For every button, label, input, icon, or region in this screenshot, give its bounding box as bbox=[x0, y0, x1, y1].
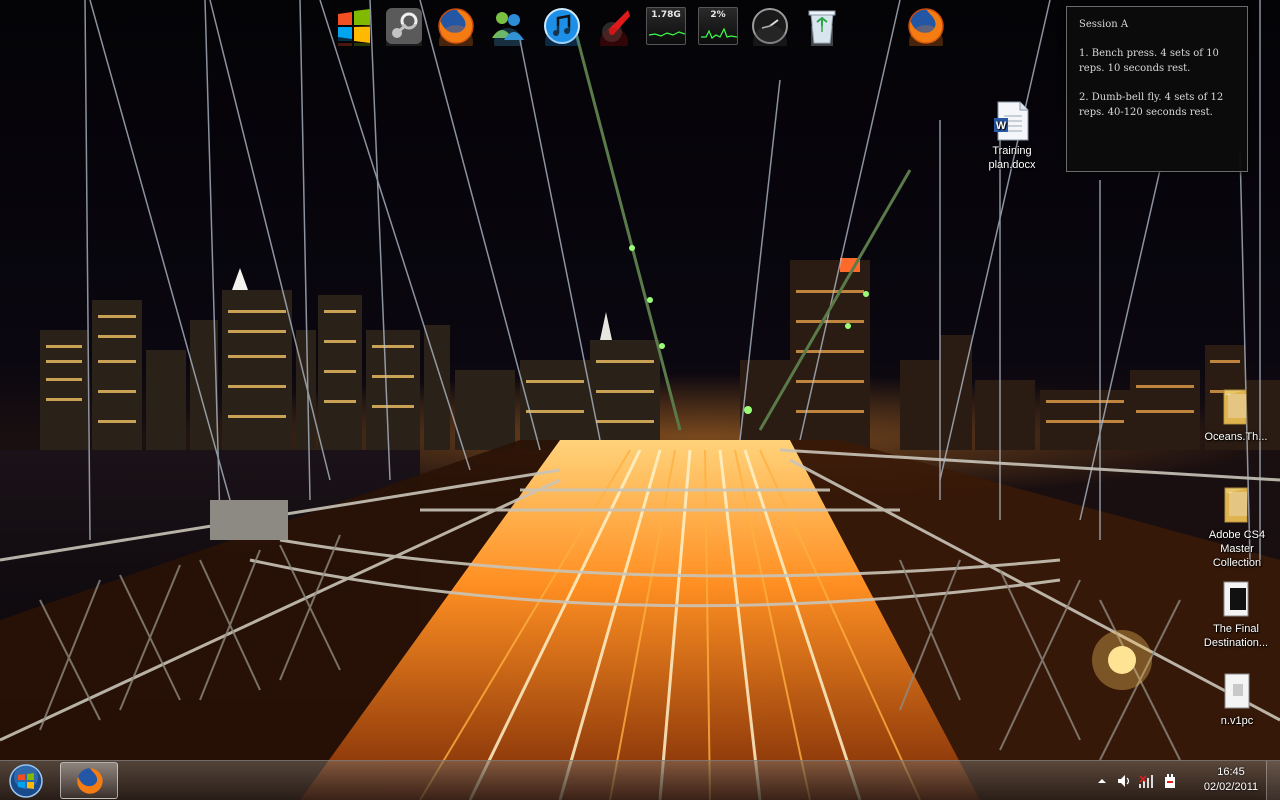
desktop-icon-label: Oceans.Th... bbox=[1204, 431, 1268, 443]
windows-start-orb-icon bbox=[9, 764, 43, 798]
messenger-icon[interactable] bbox=[488, 6, 528, 46]
drive-meter-label: 1.78G bbox=[651, 10, 681, 20]
desktop-icon-training-plan[interactable]: W Training plan.docx bbox=[978, 100, 1046, 172]
itunes-icon[interactable] bbox=[542, 6, 582, 46]
desktop-icon-label: n.v1pc bbox=[1220, 715, 1254, 727]
desktop-icon-label: Adobe CS4 bbox=[1208, 529, 1266, 541]
taskbar-clock[interactable]: 16:45 02/02/2011 bbox=[1200, 765, 1262, 795]
desktop-icon-label: Master bbox=[1220, 543, 1254, 555]
cpu-meter[interactable]: 2% bbox=[698, 7, 738, 45]
note-line-1: 1. Bench press. 4 sets of 10 reps. 10 se… bbox=[1079, 48, 1219, 74]
windows-icon[interactable] bbox=[334, 6, 374, 46]
desktop-icon-nv1pc[interactable]: n.v1pc bbox=[1200, 670, 1274, 728]
volume-icon[interactable] bbox=[1116, 773, 1132, 789]
recycle-bin-icon[interactable] bbox=[802, 6, 842, 46]
power-icon[interactable] bbox=[1162, 773, 1178, 789]
cpu-meter-label: 2% bbox=[710, 10, 726, 20]
clock-time: 16:45 bbox=[1217, 766, 1245, 778]
desktop-icon-label: plan.docx bbox=[988, 159, 1036, 171]
desktop-icon-label: Destination... bbox=[1203, 637, 1269, 649]
desktop-icon-final-destination[interactable]: The Final Destination... bbox=[1196, 578, 1276, 650]
firefox-icon[interactable] bbox=[906, 6, 946, 46]
file-icon bbox=[1224, 673, 1250, 709]
clock-gadget-icon[interactable] bbox=[750, 6, 790, 46]
desktop-icon-adobe-cs4[interactable]: Adobe CS4 Master Collection bbox=[1200, 484, 1274, 570]
taskbar: 16:45 02/02/2011 bbox=[0, 760, 1280, 800]
note-title: Session A bbox=[1079, 19, 1129, 30]
desktop-icon-label: Collection bbox=[1212, 557, 1262, 569]
svg-text:W: W bbox=[996, 120, 1007, 132]
system-tray: 16:45 02/02/2011 bbox=[1090, 761, 1280, 800]
rocket-icon[interactable] bbox=[594, 6, 634, 46]
taskbar-firefox-button[interactable] bbox=[60, 762, 118, 799]
desktop-icon-oceans[interactable]: Oceans.Th... bbox=[1196, 386, 1276, 444]
show-desktop-button[interactable] bbox=[1266, 761, 1280, 800]
clock-date: 02/02/2011 bbox=[1203, 781, 1259, 793]
video-file-icon bbox=[1223, 581, 1249, 617]
steam-icon[interactable] bbox=[384, 6, 424, 46]
word-document-icon: W bbox=[994, 101, 1029, 141]
desktop-icon-label: Training bbox=[992, 145, 1032, 157]
firefox-icon[interactable] bbox=[436, 6, 476, 46]
note-line-2: 2. Dumb-bell fly. 4 sets of 12 reps. 40-… bbox=[1079, 92, 1224, 118]
sticky-note-gadget[interactable]: Session A 1. Bench press. 4 sets of 10 r… bbox=[1066, 6, 1248, 172]
drive-meter[interactable]: 1.78G bbox=[646, 7, 686, 45]
desktop-icon-label: The Final bbox=[1213, 623, 1259, 635]
folder-icon bbox=[1223, 389, 1247, 425]
start-button[interactable] bbox=[6, 763, 46, 799]
network-signal-icon[interactable] bbox=[1138, 773, 1154, 789]
rocket-dock: 1.78G 2% bbox=[330, 2, 960, 74]
firefox-icon bbox=[77, 768, 103, 794]
show-hidden-icons-arrow-icon[interactable] bbox=[1094, 773, 1110, 789]
folder-icon bbox=[1224, 487, 1248, 523]
